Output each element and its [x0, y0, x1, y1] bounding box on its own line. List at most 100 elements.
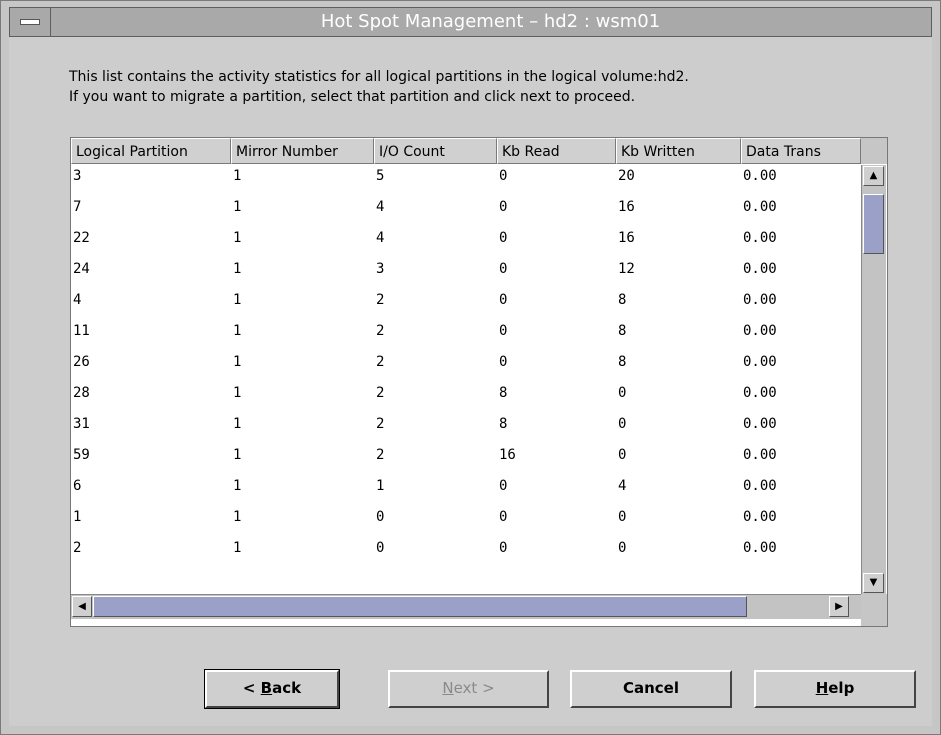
cell-kb-written: 4 [618, 478, 627, 494]
arrow-right-icon: ▶ [835, 601, 843, 612]
cell-io-count: 1 [376, 478, 385, 494]
cell-data-trans: 0.00 [743, 354, 777, 370]
cell-logical-partition: 59 [73, 447, 90, 463]
arrow-up-icon: ▲ [869, 170, 878, 181]
cell-data-trans: 0.00 [743, 261, 777, 277]
partition-table: Logical Partition Mirror Number I/O Coun… [70, 137, 888, 627]
cell-logical-partition: 6 [73, 478, 82, 494]
cell-kb-read: 8 [499, 416, 508, 432]
cell-mirror-number: 1 [233, 416, 242, 432]
help-button[interactable]: Help [754, 670, 916, 708]
window-menu-button[interactable] [10, 8, 51, 36]
cell-kb-read: 0 [499, 261, 508, 277]
table-row[interactable]: 28 1 2 8 0 0.00 [71, 382, 861, 413]
cell-io-count: 2 [376, 447, 385, 463]
back-button[interactable]: < Back [204, 669, 340, 709]
cell-data-trans: 0.00 [743, 230, 777, 246]
cell-kb-read: 0 [499, 478, 508, 494]
cell-mirror-number: 1 [233, 261, 242, 277]
cell-mirror-number: 1 [233, 509, 242, 525]
cell-io-count: 0 [376, 540, 385, 556]
cell-io-count: 4 [376, 230, 385, 246]
cell-mirror-number: 1 [233, 354, 242, 370]
cell-logical-partition: 31 [73, 416, 90, 432]
cell-kb-read: 0 [499, 292, 508, 308]
cell-kb-read: 0 [499, 354, 508, 370]
table-row[interactable]: 7 1 4 0 16 0.00 [71, 196, 861, 227]
vertical-scroll-thumb[interactable] [863, 194, 884, 254]
cell-logical-partition: 7 [73, 199, 82, 215]
table-row[interactable]: 3 1 5 0 20 0.00 [71, 165, 861, 196]
header-logical-partition[interactable]: Logical Partition [71, 138, 231, 164]
table-row[interactable]: 2 1 0 0 0 0.00 [71, 537, 861, 568]
dialog-window: Hot Spot Management – hd2 : wsm01 This l… [0, 0, 941, 735]
cell-kb-written: 0 [618, 509, 627, 525]
cell-logical-partition: 22 [73, 230, 90, 246]
cell-mirror-number: 1 [233, 385, 242, 401]
header-data-trans[interactable]: Data Trans [741, 138, 861, 164]
header-kb-read[interactable]: Kb Read [497, 138, 616, 164]
cell-kb-written: 20 [618, 168, 635, 184]
table-body: 3 1 5 0 20 0.00 7 1 4 0 16 0.00 22 1 4 0 16 0.00 24 1 3 0 12 0.… [71, 165, 861, 593]
horizontal-scroll-thumb[interactable] [93, 596, 747, 617]
cell-kb-read: 0 [499, 230, 508, 246]
table-row[interactable]: 24 1 3 0 12 0.00 [71, 258, 861, 289]
table-row[interactable]: 11 1 2 0 8 0.00 [71, 320, 861, 351]
cell-kb-written: 8 [618, 292, 627, 308]
cell-logical-partition: 4 [73, 292, 82, 308]
cell-logical-partition: 26 [73, 354, 90, 370]
cell-io-count: 2 [376, 292, 385, 308]
table-row[interactable]: 1 1 0 0 0 0.00 [71, 506, 861, 537]
cell-logical-partition: 1 [73, 509, 82, 525]
cell-data-trans: 0.00 [743, 509, 777, 525]
scroll-right-button[interactable]: ▶ [829, 596, 849, 617]
cell-kb-read: 0 [499, 199, 508, 215]
arrow-left-icon: ◀ [78, 601, 86, 612]
cell-kb-written: 0 [618, 447, 627, 463]
next-button[interactable]: Next > [388, 670, 549, 708]
horizontal-scrollbar[interactable]: ◀ ▶ [71, 594, 861, 619]
cell-data-trans: 0.00 [743, 447, 777, 463]
cell-kb-read: 0 [499, 323, 508, 339]
table-row[interactable]: 4 1 2 0 8 0.00 [71, 289, 861, 320]
cell-kb-written: 8 [618, 354, 627, 370]
cell-data-trans: 0.00 [743, 416, 777, 432]
scroll-left-button[interactable]: ◀ [72, 596, 92, 617]
title-bar[interactable]: Hot Spot Management – hd2 : wsm01 [9, 7, 932, 37]
cell-data-trans: 0.00 [743, 292, 777, 308]
cell-kb-read: 16 [499, 447, 516, 463]
cell-kb-read: 8 [499, 385, 508, 401]
scroll-down-button[interactable]: ▼ [863, 573, 884, 593]
scroll-up-button[interactable]: ▲ [863, 166, 884, 186]
cell-io-count: 2 [376, 385, 385, 401]
cell-io-count: 0 [376, 509, 385, 525]
cell-io-count: 2 [376, 416, 385, 432]
table-header: Logical Partition Mirror Number I/O Coun… [71, 138, 861, 164]
cell-mirror-number: 1 [233, 323, 242, 339]
cell-io-count: 4 [376, 199, 385, 215]
header-io-count[interactable]: I/O Count [374, 138, 497, 164]
table-row[interactable]: 26 1 2 0 8 0.00 [71, 351, 861, 382]
help-mnemonic: H [815, 679, 829, 697]
cell-mirror-number: 1 [233, 447, 242, 463]
table-row[interactable]: 59 1 2 16 0 0.00 [71, 444, 861, 475]
cell-kb-written: 16 [618, 230, 635, 246]
cell-logical-partition: 2 [73, 540, 82, 556]
cell-kb-written: 8 [618, 323, 627, 339]
table-row[interactable]: 6 1 1 0 4 0.00 [71, 475, 861, 506]
cell-logical-partition: 11 [73, 323, 90, 339]
header-mirror-number[interactable]: Mirror Number [231, 138, 374, 164]
table-row[interactable]: 22 1 4 0 16 0.00 [71, 227, 861, 258]
cell-io-count: 3 [376, 261, 385, 277]
cell-data-trans: 0.00 [743, 199, 777, 215]
back-rest: ack [272, 679, 302, 697]
cell-io-count: 2 [376, 323, 385, 339]
cell-data-trans: 0.00 [743, 385, 777, 401]
header-kb-written[interactable]: Kb Written [616, 138, 741, 164]
vertical-scrollbar[interactable]: ▲ ▼ [861, 165, 886, 594]
cell-kb-read: 0 [499, 168, 508, 184]
description-line-2: If you want to migrate a partition, sele… [69, 89, 636, 105]
table-row[interactable]: 31 1 2 8 0 0.00 [71, 413, 861, 444]
cancel-button[interactable]: Cancel [570, 670, 732, 708]
arrow-down-icon: ▼ [869, 577, 878, 588]
